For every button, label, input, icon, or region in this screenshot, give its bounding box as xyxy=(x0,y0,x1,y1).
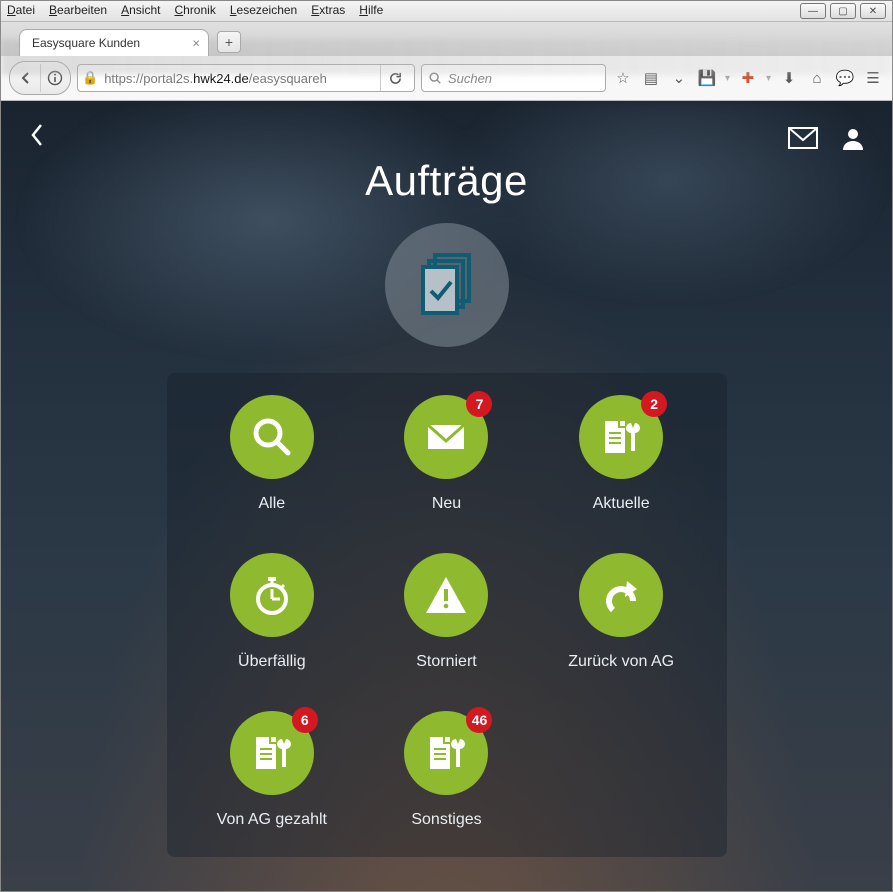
tile-neu[interactable]: 7 Neu xyxy=(359,395,534,513)
tile-icon-warning xyxy=(404,553,488,637)
badge: 46 xyxy=(466,707,492,733)
menu-ansicht[interactable]: Ansicht xyxy=(121,3,160,19)
tile-icon-stopwatch xyxy=(230,553,314,637)
tab-title: Easysquare Kunden xyxy=(32,36,140,50)
window-minimize-button[interactable]: — xyxy=(800,3,826,19)
tile-icon-undo xyxy=(579,553,663,637)
tile-alle[interactable]: Alle xyxy=(185,395,360,513)
tile-label: Storniert xyxy=(416,653,476,671)
menu-hilfe[interactable]: Hilfe xyxy=(359,3,383,19)
tile-label: Von AG gezahlt xyxy=(217,811,327,829)
tile-ueberfaellig[interactable]: Überfällig xyxy=(185,553,360,671)
tile-gezahlt[interactable]: 6 Von AG gezahlt xyxy=(185,711,360,829)
tile-storniert[interactable]: Storniert xyxy=(359,553,534,671)
window-close-button[interactable]: ✕ xyxy=(860,3,886,19)
tile-label: Alle xyxy=(258,495,285,513)
menu-chronik[interactable]: Chronik xyxy=(174,3,215,19)
badge: 2 xyxy=(641,391,667,417)
menubar: Datei Bearbeiten Ansicht Chronik Lesezei… xyxy=(1,1,892,22)
tile-zurueck[interactable]: Zurück von AG xyxy=(534,553,709,671)
tab-close-icon[interactable]: × xyxy=(192,36,200,51)
tile-label: Überfällig xyxy=(238,653,306,671)
tile-sonstiges[interactable]: 46 Sonstiges xyxy=(359,711,534,829)
tiles-panel: Alle 7 Neu 2 Aktuelle Überfällig Storniert Zurü… xyxy=(167,373,727,857)
badge: 6 xyxy=(292,707,318,733)
new-tab-button[interactable]: + xyxy=(217,31,241,53)
page-title: Aufträge xyxy=(1,157,892,205)
menu-lesezeichen[interactable]: Lesezeichen xyxy=(230,3,297,19)
menu-bearbeiten[interactable]: Bearbeiten xyxy=(49,3,107,19)
tile-icon-docwrench: 6 xyxy=(230,711,314,795)
tile-icon-search xyxy=(230,395,314,479)
tile-label: Sonstiges xyxy=(411,811,481,829)
tile-label: Zurück von AG xyxy=(568,653,674,671)
window-maximize-button[interactable]: ▢ xyxy=(830,3,856,19)
tile-label: Aktuelle xyxy=(593,495,650,513)
menu-datei[interactable]: Datei xyxy=(7,3,35,19)
page-hero-icon xyxy=(385,223,509,347)
messages-icon[interactable] xyxy=(788,127,818,149)
tile-icon-docwrench: 2 xyxy=(579,395,663,479)
app-back-button[interactable] xyxy=(27,121,47,156)
app-viewport: Aufträge Alle 7 Neu 2 Aktuelle Überfällig Stor… xyxy=(1,101,892,891)
menu-extras[interactable]: Extras xyxy=(311,3,345,19)
tile-aktuelle[interactable]: 2 Aktuelle xyxy=(534,395,709,513)
profile-icon[interactable] xyxy=(840,125,866,151)
tile-icon-envelope: 7 xyxy=(404,395,488,479)
tile-icon-docwrench: 46 xyxy=(404,711,488,795)
badge: 7 xyxy=(466,391,492,417)
browser-tab[interactable]: Easysquare Kunden × xyxy=(19,29,209,56)
tile-label: Neu xyxy=(432,495,461,513)
